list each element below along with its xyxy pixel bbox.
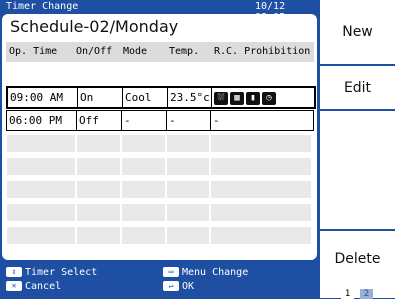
table-row[interactable] xyxy=(6,134,312,153)
empty-cell xyxy=(210,203,312,222)
enter-icon: ↵ xyxy=(163,281,179,291)
empty-cell xyxy=(121,157,166,176)
table-row[interactable]: 06:00 PM Off - - - xyxy=(6,110,314,131)
column-headers: Op. Time On/Off Mode Temp. R.C. Prohibit… xyxy=(6,42,314,62)
footer-hints: ⇕ Timer Select ✕ Cancel ▭ Menu Change ↵ OK xyxy=(0,263,318,298)
prohibition-cell: ⛆ ▦ ▮ ◷ xyxy=(212,88,312,107)
mode-cell: Cool xyxy=(123,88,168,107)
empty-cell xyxy=(76,134,121,153)
empty-cell xyxy=(6,203,76,222)
empty-cell xyxy=(76,157,121,176)
header-rc-prohibition: R.C. Prohibition xyxy=(214,46,311,57)
empty-cell xyxy=(6,134,76,153)
fan-speed-icon: ⛆ xyxy=(214,91,228,105)
timer-icon: ◷ xyxy=(262,91,276,105)
on-off-cell: On xyxy=(78,88,123,107)
op-time-cell: 06:00 PM xyxy=(7,111,77,130)
empty-cell xyxy=(121,134,166,153)
title-bar: Timer Change 10/12 08:05 xyxy=(0,0,318,23)
empty-cell xyxy=(76,180,121,199)
hint-ok: ↵ OK xyxy=(163,281,194,292)
empty-side-slot xyxy=(320,111,395,231)
menu-icon: ▭ xyxy=(163,267,179,277)
hint-menu-change: ▭ Menu Change xyxy=(163,267,248,278)
screen-title: Timer Change xyxy=(6,1,79,12)
table-row[interactable] xyxy=(6,226,312,245)
empty-cell xyxy=(210,180,312,199)
side-menu: New Edit Delete xyxy=(320,0,395,298)
cancel-icon: ✕ xyxy=(6,281,22,291)
up-down-icon: ⇕ xyxy=(6,267,22,277)
empty-cell xyxy=(166,180,210,199)
empty-cell xyxy=(6,157,76,176)
op-time-cell: 09:00 AM xyxy=(8,88,78,107)
header-on-off: On/Off xyxy=(76,46,113,57)
schedule-title: Schedule-02/Monday xyxy=(10,17,179,36)
hint-cancel: ✕ Cancel xyxy=(6,281,61,292)
edit-button[interactable]: Edit xyxy=(320,66,395,111)
empty-cell xyxy=(76,203,121,222)
table-row[interactable] xyxy=(6,157,312,176)
empty-cell xyxy=(166,157,210,176)
empty-cell xyxy=(6,226,76,245)
table-row[interactable]: 09:00 AM On Cool 23.5°c ⛆ ▦ ▮ ◷ xyxy=(6,86,316,109)
empty-cell xyxy=(121,180,166,199)
header-temp: Temp. xyxy=(169,46,200,57)
prohibition-cell: - xyxy=(213,114,220,127)
empty-cell xyxy=(76,226,121,245)
empty-cell xyxy=(6,180,76,199)
empty-cell xyxy=(210,134,312,153)
header-mode: Mode xyxy=(123,46,148,57)
empty-cell xyxy=(121,226,166,245)
empty-cell xyxy=(121,203,166,222)
empty-cell xyxy=(166,203,210,222)
delete-button[interactable]: Delete xyxy=(320,231,395,286)
new-button[interactable]: New xyxy=(320,0,395,66)
temp-cell: - xyxy=(167,111,211,130)
temp-lock-icon: ▮ xyxy=(246,91,260,105)
table-row[interactable] xyxy=(6,203,312,222)
schedule-panel: Schedule-02/Monday Op. Time On/Off Mode … xyxy=(2,14,317,260)
table-row[interactable] xyxy=(6,180,312,199)
header-op-time: Op. Time xyxy=(9,46,58,57)
empty-cell xyxy=(166,134,210,153)
mode-lock-icon: ▦ xyxy=(230,91,244,105)
empty-cell xyxy=(210,157,312,176)
temp-cell: 23.5°c xyxy=(168,88,212,107)
on-off-cell: Off xyxy=(77,111,122,130)
empty-cell xyxy=(166,226,210,245)
empty-cell xyxy=(210,226,312,245)
hint-timer-select: ⇕ Timer Select xyxy=(6,267,97,278)
mode-cell: - xyxy=(122,111,167,130)
